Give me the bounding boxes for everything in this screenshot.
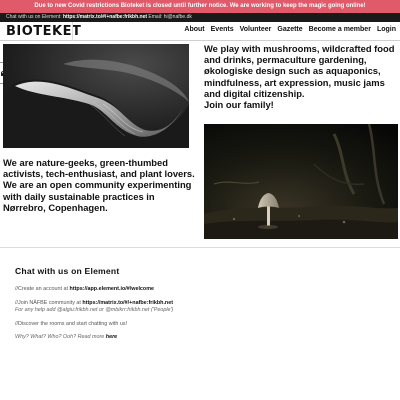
info-email-label: Email: [148, 14, 163, 20]
nav-about[interactable]: About [184, 26, 204, 33]
chat-discover-rooms: //Discover the rooms and start chatting … [15, 320, 128, 327]
chat-line3-suffix: ('People') [150, 307, 174, 313]
chat-title: Chat with us on Element [15, 266, 120, 276]
join-family-text: Join our family! [204, 99, 274, 111]
mushroom-gills-photo [3, 44, 189, 148]
info-room-link[interactable]: https://matrix.to/#/+nafbe:frikbh.net [63, 14, 147, 20]
chat-line1-prefix: //Create an account at [15, 286, 69, 292]
info-email-link[interactable]: hi@nafbe.dk [164, 14, 192, 20]
chat-read-more: Why? What? Who? Ooh? Read more here [15, 334, 390, 342]
nav-become-member[interactable]: Become a member [309, 26, 371, 33]
nav-events[interactable]: Events [211, 26, 234, 33]
covid-alert-banner: Due to new Covid restrictions Bioteket i… [0, 0, 400, 13]
hero-intro-right: We play with mushrooms, wildcrafted food… [204, 43, 398, 110]
chat-line3-mid: or [99, 307, 104, 313]
hero-left-text: We are nature-geeks, green-thumbed activ… [3, 157, 195, 213]
nav-links: About Events Volunteer Gazette Become a … [184, 26, 396, 33]
forest-mushroom-photo [204, 124, 398, 239]
alert-text: Due to new Covid restrictions Bioteket i… [34, 3, 366, 9]
nav-volunteer[interactable]: Volunteer [240, 26, 272, 33]
section-divider [0, 247, 400, 248]
help-user-1: @algiu:frikbh.net [56, 307, 98, 313]
site-logo[interactable]: BIOTEKET [6, 24, 81, 39]
hero-intro-left: We are nature-geeks, green-thumbed activ… [3, 157, 199, 213]
read-more-link[interactable]: here [106, 334, 117, 340]
chat-line3-prefix: For any help add [15, 307, 56, 313]
chat-join-community: //Join NÄFBE community at https://matrix… [15, 300, 390, 308]
nav-login[interactable]: Login [377, 26, 396, 33]
nav-gazette[interactable]: Gazette [277, 26, 302, 33]
matrix-community-link[interactable]: https://matrix.to/#/+nafbe:frikbh.net [82, 300, 173, 306]
chat-line5-prefix: Why? What? Who? Ooh? Read more [15, 334, 105, 340]
chat-element-section: Chat with us on Element //Create an acco… [15, 266, 390, 342]
contact-info-bar: Chat with us on Element: https://matrix.… [0, 13, 400, 22]
chat-line2-prefix: //Join NÄFBE community at [15, 299, 81, 306]
chat-create-account: //Create an account at https://app.eleme… [15, 286, 390, 294]
info-prefix: Chat with us on Element: [6, 14, 62, 20]
help-user-2: @mbikrr:frikbh.net [105, 307, 150, 313]
chat-help-line: For any help add @algiu:frikbh.net or @m… [15, 307, 390, 315]
element-app-link[interactable]: https://app.element.io/#/welcome [70, 286, 154, 292]
hero-right-text: We play with mushrooms, wildcrafted food… [204, 43, 395, 99]
main-navbar: BIOTEKET About Events Volunteer Gazette … [0, 22, 400, 41]
logo-divider [72, 22, 73, 41]
